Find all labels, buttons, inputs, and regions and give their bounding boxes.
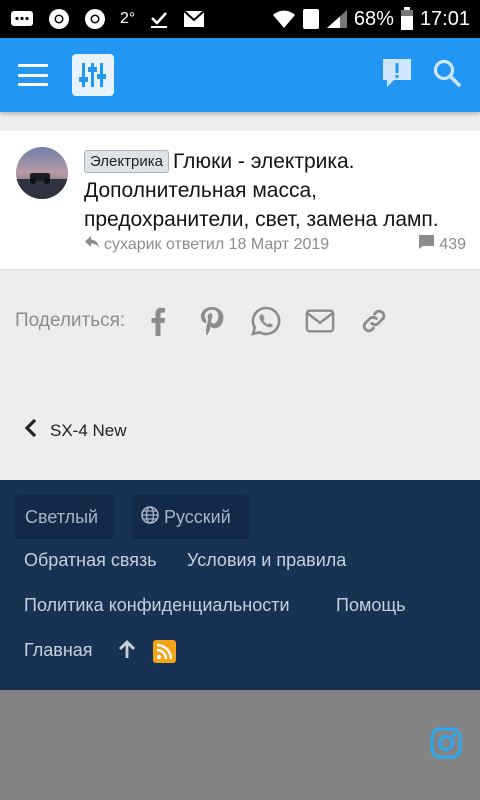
chevron-left-icon xyxy=(24,418,38,443)
footer: Светлый Русский Обратная связь Условия и… xyxy=(0,480,480,690)
globe-icon xyxy=(141,505,159,529)
instagram-icon[interactable] xyxy=(430,727,462,759)
chrome-icon xyxy=(48,8,70,30)
back-to-forum-link[interactable]: SX-4 New xyxy=(24,418,127,443)
status-bar-left: 2° xyxy=(10,8,205,30)
comment-icon xyxy=(418,234,435,255)
language-chooser-button[interactable]: Русский xyxy=(132,495,249,539)
whatsapp-icon[interactable] xyxy=(251,306,281,336)
email-icon[interactable] xyxy=(305,306,335,336)
clock: 17:01 xyxy=(419,7,470,30)
style-chooser-label[interactable]: Светлый xyxy=(25,507,98,528)
header-actions xyxy=(380,56,462,95)
back-link-label[interactable]: SX-4 New xyxy=(50,421,127,441)
language-chooser-label[interactable]: Русский xyxy=(164,507,231,528)
style-chooser-button[interactable]: Светлый xyxy=(15,495,114,539)
share-bar: Поделиться: xyxy=(15,306,389,336)
status-bar-right: 68% 17:01 xyxy=(272,7,470,31)
terms-link[interactable]: Условия и правила xyxy=(187,550,346,571)
battery-icon xyxy=(400,7,414,31)
home-link[interactable]: Главная xyxy=(24,640,93,661)
bottom-overlay xyxy=(0,690,480,800)
sliders-logo-icon[interactable] xyxy=(72,54,114,96)
signal-icon xyxy=(326,9,348,29)
search-icon[interactable] xyxy=(432,58,462,93)
thread-prefix-badge[interactable]: Электрика xyxy=(84,150,169,173)
help-link[interactable]: Помощь xyxy=(336,595,406,616)
hamburger-menu-icon[interactable] xyxy=(18,64,48,86)
rss-icon[interactable] xyxy=(153,640,176,668)
chat-alert-icon[interactable] xyxy=(380,56,414,95)
chrome-icon-2 xyxy=(84,8,106,30)
avatar[interactable] xyxy=(16,147,68,199)
thread-meta: сухарик ответил 18 Март 2019 439 xyxy=(84,234,466,255)
messages-icon xyxy=(10,9,34,29)
arrow-up-icon[interactable] xyxy=(117,640,137,665)
feedback-link[interactable]: Обратная связь xyxy=(24,550,157,571)
link-icon[interactable] xyxy=(359,306,389,336)
app-header xyxy=(0,38,480,112)
mail-icon xyxy=(183,10,205,28)
last-reply-text[interactable]: сухарик ответил 18 Март 2019 xyxy=(104,236,329,254)
thread-title[interactable]: Электрика Глюки - электрика. Дополнительн… xyxy=(84,147,474,234)
facebook-icon[interactable] xyxy=(143,306,173,336)
download-done-icon xyxy=(149,9,169,29)
wifi-icon xyxy=(272,9,296,29)
reply-count-value: 439 xyxy=(439,235,466,253)
reply-count: 439 xyxy=(418,234,466,255)
status-bar: 2° 68% 17:01 xyxy=(0,0,480,38)
reply-icon xyxy=(84,235,100,254)
battery-percent: 68% xyxy=(353,7,394,30)
privacy-link[interactable]: Политика конфиденциальности xyxy=(24,595,290,616)
thread-item[interactable]: Электрика Глюки - электрика. Дополнительн… xyxy=(0,131,480,270)
share-icons xyxy=(143,306,389,336)
share-label: Поделиться: xyxy=(15,310,126,331)
sim-icon xyxy=(302,8,320,30)
pinterest-icon[interactable] xyxy=(197,306,227,336)
temperature-text: 2° xyxy=(120,10,136,27)
